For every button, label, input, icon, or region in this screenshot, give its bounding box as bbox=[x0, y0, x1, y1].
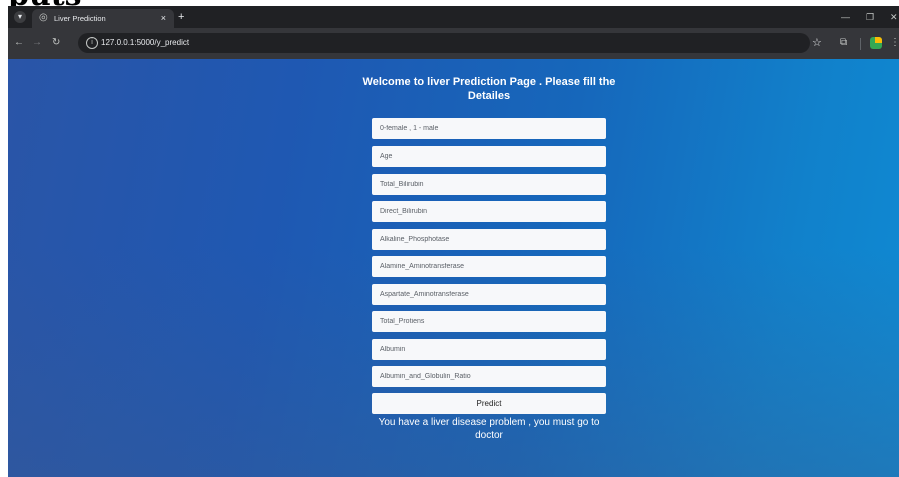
albumin-globulin-ratio-input[interactable] bbox=[372, 366, 606, 387]
prediction-result: You have a liver disease problem , you m… bbox=[378, 417, 600, 441]
extensions-icon[interactable]: ⧉ bbox=[840, 36, 847, 50]
page-heading: Welcome to liver Prediction Page . Pleas… bbox=[362, 76, 616, 102]
tab-title: Liver Prediction bbox=[54, 14, 106, 23]
tab-menu-icon[interactable]: ▾ bbox=[14, 11, 26, 23]
total-protiens-input[interactable] bbox=[372, 311, 606, 332]
window-close-icon[interactable]: ✕ bbox=[890, 10, 898, 24]
url-text: 127.0.0.1:5000/y_predict bbox=[101, 38, 190, 47]
kebab-menu-icon[interactable]: ⋮ bbox=[890, 36, 899, 50]
alamine-aminotransferase-input[interactable] bbox=[372, 256, 606, 277]
plus-icon[interactable]: + bbox=[178, 10, 184, 24]
star-icon[interactable]: ☆ bbox=[812, 36, 822, 50]
tab-strip: ▾ ◎ Liver Prediction × + — ❐ ✕ bbox=[8, 6, 899, 28]
info-icon[interactable]: i bbox=[86, 37, 98, 49]
minimize-icon[interactable]: — bbox=[841, 10, 850, 24]
age-input[interactable] bbox=[372, 146, 606, 167]
profile-icon[interactable] bbox=[870, 37, 882, 49]
browser-tab[interactable]: ◎ Liver Prediction × bbox=[32, 9, 174, 28]
albumin-input[interactable] bbox=[372, 339, 606, 360]
direct-bilirubin-input[interactable] bbox=[372, 201, 606, 222]
gender-input[interactable] bbox=[372, 118, 606, 139]
aspartate-aminotransferase-input[interactable] bbox=[372, 284, 606, 305]
reload-icon[interactable]: ↻ bbox=[52, 37, 60, 49]
predict-button[interactable]: Predict bbox=[372, 393, 606, 414]
address-bar[interactable]: i 127.0.0.1:5000/y_predict bbox=[78, 33, 810, 53]
page-viewport: Welcome to liver Prediction Page . Pleas… bbox=[8, 59, 899, 477]
browser-window: ▾ ◎ Liver Prediction × + — ❐ ✕ ← → ↻ i 1… bbox=[8, 6, 899, 477]
total-bilirubin-input[interactable] bbox=[372, 174, 606, 195]
globe-icon: ◎ bbox=[39, 12, 48, 23]
toolbar-divider bbox=[860, 38, 861, 50]
close-icon[interactable]: × bbox=[161, 12, 166, 24]
alkaline-phosphotase-input[interactable] bbox=[372, 229, 606, 250]
back-arrow-icon[interactable]: ← bbox=[14, 37, 24, 49]
restore-icon[interactable]: ❐ bbox=[866, 10, 874, 24]
browser-toolbar: ← → ↻ i 127.0.0.1:5000/y_predict ☆ ⧉ ⋮ bbox=[8, 28, 899, 59]
forward-arrow-icon[interactable]: → bbox=[32, 37, 42, 49]
